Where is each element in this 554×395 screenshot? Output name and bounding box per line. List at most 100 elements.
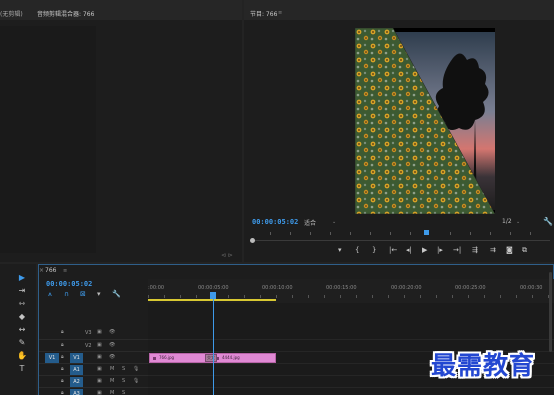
chevron-down-icon[interactable]: ⌄ xyxy=(516,219,520,225)
source-patch-v1[interactable]: V1 xyxy=(45,353,59,363)
program-scrub-bar[interactable] xyxy=(250,240,550,241)
add-marker-icon[interactable]: ▾ xyxy=(97,290,101,298)
tab-audio-clip-mixer[interactable]: 音频剪辑混合器: 766 xyxy=(37,9,94,18)
export-frame-icon[interactable]: ◙ xyxy=(506,246,513,254)
track-header-v3: 🔒︎ V3 ▣ 👁︎ xyxy=(39,327,148,339)
razor-tool-icon[interactable]: ◆ xyxy=(16,311,28,322)
timeline-ruler[interactable]: :00:00 00:00:05:00 00:00:10:00 00:00:15:… xyxy=(148,279,554,303)
program-tab-bar: 节目: 766 ≡ xyxy=(244,0,554,20)
wrench-icon[interactable]: 🔧 xyxy=(112,290,121,298)
play-button[interactable]: ▶ xyxy=(422,246,427,254)
tools-panel: ▶ ⇥ ⇿ ◆ ↔ ✎ ✋ T xyxy=(0,264,36,395)
source-panel: (无剪辑) 音频剪辑混合器: 766 ▶ ⊲ ⊳ xyxy=(0,0,242,262)
type-tool-icon[interactable]: T xyxy=(16,363,28,374)
microphone-icon[interactable]: 🎙︎ xyxy=(133,366,139,372)
ripple-edit-tool-icon[interactable]: ⇿ xyxy=(16,298,28,309)
lock-icon[interactable]: 🔒︎ xyxy=(61,390,64,395)
eye-icon[interactable]: 👁︎ xyxy=(109,329,115,335)
track-header-a1: 🔒︎ A1 ▣ M S 🎙︎ xyxy=(39,363,148,375)
fit-dropdown[interactable]: 适合 xyxy=(304,218,316,227)
lock-icon[interactable]: 🔒︎ xyxy=(61,366,64,372)
ruler-label: 00:00:30 xyxy=(520,285,543,291)
chevron-down-icon[interactable]: ⌄ xyxy=(332,219,336,225)
program-timecode[interactable]: 00:00:05:02 xyxy=(252,218,298,226)
overwrite-button[interactable]: ⇉ xyxy=(490,246,496,254)
sync-lock-icon[interactable]: ▣ xyxy=(97,390,102,395)
ruler-label: 00:00:15:00 xyxy=(326,285,357,291)
clip-name: 766.jpg xyxy=(159,355,175,360)
track-header-a2: 🔒︎ A2 ▣ M S 🎙︎ xyxy=(39,375,148,387)
clip-766[interactable]: 766.jpg xyxy=(149,353,212,363)
wrench-icon[interactable]: 🔧 xyxy=(543,217,553,226)
step-back-button[interactable]: ◂| xyxy=(406,246,412,254)
program-time-ruler[interactable] xyxy=(250,228,550,240)
track-name: V2 xyxy=(85,343,92,349)
mute-button[interactable]: M xyxy=(110,366,114,372)
lock-icon[interactable]: 🔒︎ xyxy=(61,329,64,335)
ruler-label: 00:00:05:00 xyxy=(198,285,229,291)
mark-in-button[interactable]: { xyxy=(355,246,359,254)
slip-tool-icon[interactable]: ↔ xyxy=(16,324,28,335)
track-select-tool-icon[interactable]: ⇥ xyxy=(16,285,28,296)
panel-menu-icon[interactable]: ≡ xyxy=(63,268,67,274)
track-header-a3: 🔒︎ A3 ▣ M S xyxy=(39,387,148,395)
track-name: V3 xyxy=(85,330,92,336)
track-header-v2: 🔒︎ V2 ▣ 👁︎ xyxy=(39,339,148,351)
track-target-a3[interactable]: A3 xyxy=(70,389,83,395)
close-icon[interactable]: × xyxy=(39,267,44,274)
program-playhead[interactable] xyxy=(424,230,429,235)
track-target-v1[interactable]: V1 xyxy=(70,353,83,363)
sync-lock-icon[interactable]: ▣ xyxy=(97,354,102,360)
zoom-handle[interactable] xyxy=(250,238,255,243)
microphone-icon[interactable]: 🎙︎ xyxy=(133,378,139,384)
program-video-frame[interactable] xyxy=(355,28,495,214)
vertical-scrollbar[interactable] xyxy=(549,272,552,352)
comparison-view-icon[interactable]: ⧉ xyxy=(522,246,527,255)
clip-name: 4444.jpg xyxy=(222,355,240,360)
tab-source[interactable]: (无剪辑) xyxy=(0,9,23,18)
hand-tool-icon[interactable]: ✋ xyxy=(16,350,28,361)
lock-icon[interactable]: 🔒︎ xyxy=(61,354,64,360)
solo-button[interactable]: S xyxy=(122,378,125,384)
track-target-a2[interactable]: A2 xyxy=(70,377,83,387)
lock-icon[interactable]: 🔒︎ xyxy=(61,342,64,348)
pen-tool-icon[interactable]: ✎ xyxy=(16,337,28,348)
lock-icon[interactable]: 🔒︎ xyxy=(61,378,64,384)
add-marker-button[interactable]: ▾ xyxy=(338,246,342,254)
go-to-out-button[interactable]: →| xyxy=(453,246,461,254)
resolution-dropdown[interactable]: 1/2 xyxy=(502,218,512,225)
ruler-label: :00:00 xyxy=(148,285,165,291)
linked-selection-icon[interactable]: ⊠ xyxy=(80,290,86,298)
panel-menu-icon[interactable]: ≡ xyxy=(278,10,282,16)
timeline-timecode[interactable]: 00:00:05:02 xyxy=(46,280,92,288)
sequence-tab[interactable]: 766 xyxy=(45,267,56,274)
clip-4444[interactable]: 4444.jpg xyxy=(212,353,276,363)
track-target-a1[interactable]: A1 xyxy=(70,365,83,375)
mark-out-button[interactable]: } xyxy=(372,246,376,254)
work-area-bar[interactable] xyxy=(148,299,276,301)
sync-lock-icon[interactable]: ▣ xyxy=(97,342,102,348)
watermark-text: 最需教育 xyxy=(431,351,536,380)
source-tab-bar: (无剪辑) 音频剪辑混合器: 766 xyxy=(0,0,242,20)
cross-dissolve-transition[interactable]: 交叉 xyxy=(205,354,217,362)
selection-tool-icon[interactable]: ▶ xyxy=(16,272,28,283)
sync-lock-icon[interactable]: ▣ xyxy=(97,366,102,372)
ruler-label: 00:00:20:00 xyxy=(391,285,422,291)
eye-icon[interactable]: 👁︎ xyxy=(109,354,115,360)
solo-button[interactable]: S xyxy=(122,366,125,372)
panel-nav-icons[interactable]: ⊲ ⊳ xyxy=(221,252,233,259)
go-to-in-button[interactable]: |← xyxy=(389,246,397,254)
nest-toggle-icon[interactable]: ⩚ xyxy=(48,290,52,299)
snap-icon[interactable]: ∩ xyxy=(64,290,69,298)
step-forward-button[interactable]: |▸ xyxy=(437,246,443,254)
solo-button[interactable]: S xyxy=(122,390,125,395)
fx-badge-icon xyxy=(153,356,156,360)
mute-button[interactable]: M xyxy=(110,378,114,384)
sync-lock-icon[interactable]: ▣ xyxy=(97,378,102,384)
insert-button[interactable]: ⇶ xyxy=(472,246,478,254)
eye-icon[interactable]: 👁︎ xyxy=(109,342,115,348)
track-headers: 🔒︎ V3 ▣ 👁︎ 🔒︎ V2 ▣ 👁︎ V1 🔒︎ V1 ▣ 👁︎ 🔒︎ A… xyxy=(39,303,148,395)
sync-lock-icon[interactable]: ▣ xyxy=(97,329,102,335)
mute-button[interactable]: M xyxy=(110,390,114,395)
program-title[interactable]: 节目: 766 xyxy=(250,9,277,18)
